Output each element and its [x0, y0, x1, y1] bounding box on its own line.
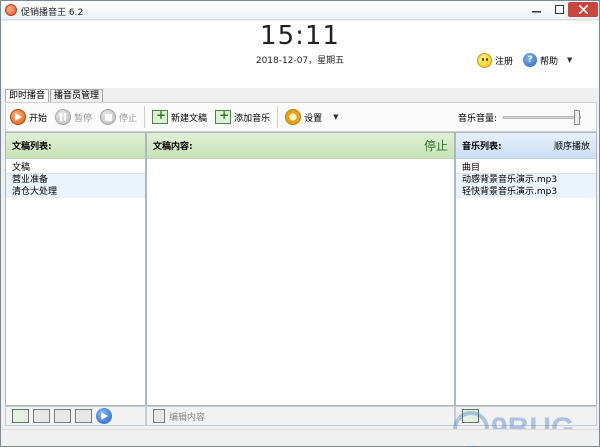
- document-content-title: 文稿内容:: [153, 142, 193, 152]
- edit-content-icon: [153, 409, 165, 423]
- start-label: 开始: [29, 113, 48, 124]
- pause-icon: [55, 109, 72, 125]
- start-button[interactable]: 开始: [6, 106, 51, 128]
- toolbar-divider: [144, 106, 146, 128]
- tab-announcer-management[interactable]: 播音员管理: [50, 89, 104, 102]
- document-content-actions: 编辑内容: [146, 406, 455, 426]
- edit-document-icon[interactable]: [33, 409, 50, 423]
- tab-instant-broadcast[interactable]: 即时播音: [5, 89, 50, 103]
- pause-button[interactable]: 暂停: [51, 106, 96, 128]
- clock-date: 2018-12-07，星期五: [255, 56, 345, 66]
- document-list-actions: [5, 406, 146, 426]
- playback-status: 停止: [423, 139, 448, 153]
- document-list-title: 文稿列表:: [12, 142, 52, 152]
- play-document-icon[interactable]: [96, 408, 112, 424]
- volume-label: 音乐音量:: [458, 113, 498, 124]
- music-list-panel: 音乐列表: 顺序播放 曲目 动感背景音乐演示.mp3 轻快背景音乐演示.mp3: [455, 132, 597, 406]
- stop-label: 停止: [119, 113, 138, 124]
- play-icon: [10, 109, 26, 125]
- volume-slider[interactable]: [503, 109, 582, 125]
- play-mode-toggle[interactable]: 顺序播放: [554, 139, 590, 152]
- document-list-panel: 文稿列表: 文稿 营业准备 清仓大处理: [5, 132, 146, 406]
- app-logo-icon: [5, 4, 17, 16]
- toolbar: 开始 暂停 停止 新建文稿 添加音乐 设置 ▼: [5, 102, 597, 132]
- add-music-button[interactable]: 添加音乐: [211, 106, 274, 128]
- music-list-title: 音乐列表:: [462, 142, 502, 152]
- new-document-button[interactable]: 新建文稿: [148, 106, 211, 128]
- stop-button[interactable]: 停止: [96, 106, 141, 128]
- document-content-panel: 文稿内容: 停止: [146, 132, 455, 406]
- minimize-button[interactable]: [525, 2, 547, 17]
- document-content-header: 文稿内容: 停止: [147, 133, 454, 159]
- track-column-header[interactable]: 曲目: [456, 159, 596, 174]
- add-music-label: 添加音乐: [234, 113, 271, 124]
- tab-bar: 即时播音 播音员管理: [1, 88, 599, 103]
- document-list-header: 文稿列表:: [6, 133, 145, 159]
- settings-label: 设置: [304, 113, 323, 124]
- document-content-area[interactable]: [147, 159, 454, 405]
- music-volume-control: 音乐音量:: [458, 103, 582, 131]
- list-item[interactable]: 营业准备: [6, 174, 145, 186]
- minimize-icon: [531, 11, 541, 13]
- status-bar: [1, 429, 599, 446]
- window-title: 促销播音王 6.2: [21, 8, 84, 18]
- move-down-icon[interactable]: [75, 409, 92, 423]
- toolbar-divider: [277, 106, 279, 128]
- add-music-icon: [215, 108, 232, 124]
- clock-time: 15:11: [260, 21, 340, 51]
- settings-button[interactable]: 设置 ▼: [281, 106, 342, 128]
- close-icon: [578, 5, 588, 14]
- pause-label: 暂停: [74, 113, 93, 124]
- volume-slider-thumb[interactable]: [574, 109, 581, 125]
- app-window: 促销播音王 6.2 注册 ? 帮助 ▼ 15:11 2018-12-07，星期五…: [0, 0, 600, 447]
- add-document-icon[interactable]: [12, 409, 29, 423]
- chevron-down-icon: ▼: [333, 113, 339, 121]
- move-up-icon[interactable]: [54, 409, 71, 423]
- music-list-header: 音乐列表: 顺序播放: [456, 133, 596, 159]
- document-column-header[interactable]: 文稿: [6, 159, 145, 174]
- new-document-label: 新建文稿: [171, 113, 208, 124]
- close-button[interactable]: [568, 2, 598, 17]
- list-item[interactable]: 清仓大处理: [6, 186, 145, 198]
- new-document-icon: [152, 108, 169, 124]
- gear-icon: [285, 109, 302, 125]
- maximize-icon: [554, 5, 564, 14]
- stop-icon: [100, 109, 117, 125]
- maximize-button[interactable]: [548, 2, 570, 17]
- title-bar: 促销播音王 6.2: [1, 1, 599, 20]
- list-item[interactable]: 轻快背景音乐演示.mp3: [456, 186, 596, 198]
- list-item[interactable]: 动感背景音乐演示.mp3: [456, 174, 596, 186]
- edit-content-button[interactable]: 编辑内容: [169, 410, 205, 423]
